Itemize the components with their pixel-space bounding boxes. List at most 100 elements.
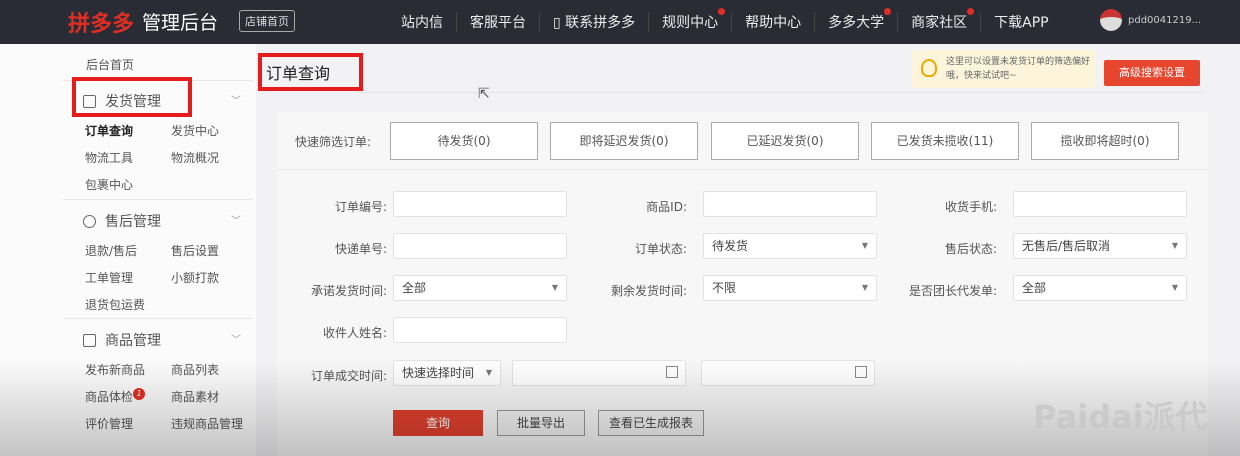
chevron-down-icon: ▼	[861, 241, 868, 250]
sidebar-item[interactable]: 包裹中心	[85, 176, 171, 193]
label: 订单状态:	[634, 242, 687, 256]
sidebar-item[interactable]: 违规商品管理	[171, 415, 257, 432]
select-value: 快速选择时间	[402, 366, 475, 380]
select-value: 不限	[712, 281, 737, 295]
goods-id-input[interactable]	[703, 191, 877, 217]
sidebar-item[interactable]: 评价管理	[85, 415, 171, 432]
promise-time-select[interactable]: 全部 ▼	[393, 275, 567, 301]
chevron-down-icon: ▼	[1171, 241, 1178, 250]
chevron-down-icon: ﹀	[231, 96, 241, 107]
nav-messages[interactable]: 站内信	[388, 12, 457, 32]
phone-input[interactable]	[1013, 191, 1187, 217]
special-order-select[interactable]: 全部 ▼	[1013, 275, 1187, 301]
divider	[63, 199, 253, 200]
nav-university[interactable]: 多多大学	[815, 8, 899, 32]
sidebar: 后台首页 发货管理 ﹀ 订单查询 发货中心 物流工具 物流概况 包裹中心 售后管理…	[0, 44, 256, 456]
group-goods: 商品管理 ﹀ 发布新商品 商品列表 商品体检 1 商品素材 评价管理 违规商品管理	[63, 329, 253, 432]
tip-text: 这里可以设置未发货订单的筛选偏好哦，快来试试吧~	[946, 57, 1091, 81]
username: pdd0041219...	[1128, 14, 1202, 26]
shield-icon	[83, 215, 96, 228]
select-value: 全部	[402, 281, 427, 295]
sidebar-item[interactable]: 工单管理	[85, 269, 171, 286]
nav-university-label: 多多大学	[828, 15, 885, 31]
sidebar-item[interactable]: 小额打款	[171, 269, 257, 286]
search-button[interactable]: 查询	[393, 410, 483, 436]
nav-community[interactable]: 商家社区	[898, 8, 982, 32]
quick-filter-pending[interactable]: 待发货(0)	[390, 122, 538, 160]
goods-icon	[83, 334, 96, 347]
receiver-name-input[interactable]	[393, 317, 567, 343]
quick-time-select[interactable]: 快速选择时间 ▼	[393, 360, 501, 386]
advanced-search-settings-button[interactable]: 高级搜索设置	[1104, 60, 1200, 86]
chevron-down-icon: ﹀	[231, 335, 241, 346]
view-reports-button[interactable]: 查看已生成报表	[598, 410, 704, 436]
select-value: 全部	[1022, 281, 1047, 295]
logo[interactable]: 拼多多	[68, 6, 134, 38]
lightbulb-icon	[921, 59, 937, 77]
after-sales-status-select[interactable]: 无售后/售后取消 ▼	[1013, 233, 1187, 259]
start-date-input[interactable]	[512, 360, 686, 386]
highlight-box	[72, 77, 192, 117]
notification-dot	[884, 8, 892, 15]
label: 商品ID:	[646, 200, 687, 214]
nav-community-label: 商家社区	[911, 15, 968, 31]
remaining-time-select[interactable]: 不限 ▼	[703, 275, 877, 301]
quick-filter-shipped-not-collected[interactable]: 已发货未揽收(11)	[871, 122, 1019, 160]
quick-filter-delayed[interactable]: 已延迟发货(0)	[711, 122, 859, 160]
label: 快递单号:	[334, 242, 387, 256]
sidebar-item[interactable]: 物流工具	[85, 149, 171, 166]
store-home-tag[interactable]: 店铺首页	[239, 10, 295, 32]
sidebar-item[interactable]: 物流概况	[171, 149, 257, 166]
label: 订单编号:	[334, 200, 387, 214]
group-header[interactable]: 商品管理 ﹀	[83, 329, 253, 353]
order-status-select[interactable]: 待发货 ▼	[703, 233, 877, 259]
mouse-cursor-icon: ⇱	[478, 86, 490, 102]
select-value: 无售后/售后取消	[1022, 239, 1111, 253]
sidebar-item[interactable]: 发布新商品	[85, 361, 171, 378]
sidebar-item[interactable]: 商品列表	[171, 361, 257, 378]
divider	[63, 318, 253, 319]
select-value: 待发货	[712, 239, 749, 253]
nav-help[interactable]: 帮助中心	[732, 12, 816, 32]
count-badge: 1	[133, 388, 146, 400]
order-number-input[interactable]	[393, 191, 567, 217]
label: 收货手机:	[944, 200, 997, 214]
group-title: 商品管理	[105, 333, 161, 349]
quick-filter-collect-timeout[interactable]: 揽收即将超时(0)	[1031, 122, 1179, 160]
label: 承诺发货时间:	[310, 284, 387, 298]
nav-rules[interactable]: 规则中心	[649, 8, 733, 32]
group-after-sales: 售后管理 ﹀ 退款/售后 售后设置 工单管理 小额打款 退货包运费	[63, 210, 253, 313]
sidebar-item[interactable]: 售后设置	[171, 242, 257, 259]
quick-filter-label: 快速筛选订单:	[295, 135, 372, 149]
sidebar-item[interactable]: 商品素材	[171, 388, 257, 405]
end-date-input[interactable]	[701, 360, 875, 386]
top-bar: 拼多多 管理后台 店铺首页 站内信 客服平台 ▯ 联系拼多多 规则中心 帮助中心…	[0, 0, 1240, 44]
chevron-down-icon: ﹀	[231, 216, 241, 227]
sidebar-item-home[interactable]: 后台首页	[86, 56, 134, 73]
nav-contact[interactable]: ▯ 联系拼多多	[540, 12, 650, 32]
sidebar-item[interactable]: 退款/售后	[85, 242, 171, 259]
batch-export-button[interactable]: 批量导出	[497, 410, 585, 436]
quick-filter-about-to-delay[interactable]: 即将延迟发货(0)	[550, 122, 698, 160]
top-nav: 站内信 客服平台 ▯ 联系拼多多 规则中心 帮助中心 多多大学 商家社区 下载A…	[388, 0, 1062, 44]
sidebar-item[interactable]: 发货中心	[171, 122, 257, 139]
label: 剩余发货时间:	[610, 284, 687, 298]
nav-download-app[interactable]: 下载APP	[981, 12, 1061, 32]
app-title: 管理后台	[142, 12, 219, 34]
sidebar-item[interactable]: 商品体检 1	[85, 388, 171, 405]
label: 订单成交时间:	[310, 369, 387, 383]
chevron-down-icon: ▼	[1171, 283, 1178, 292]
express-number-input[interactable]	[393, 233, 567, 259]
calendar-icon	[855, 366, 867, 378]
sidebar-item[interactable]: 退货包运费	[85, 296, 171, 313]
label: 收件人姓名:	[322, 326, 387, 340]
sidebar-item-order-query[interactable]: 订单查询	[85, 122, 171, 139]
group-header[interactable]: 售后管理 ﹀	[83, 210, 253, 234]
chevron-down-icon: ▼	[485, 368, 492, 377]
highlight-box	[258, 53, 363, 91]
user-menu[interactable]: pdd0041219... ▼	[1100, 9, 1240, 31]
nav-customer-service[interactable]: 客服平台	[457, 12, 540, 32]
group-title: 售后管理	[105, 214, 161, 230]
avatar	[1100, 9, 1122, 31]
label: 是否团长代发单:	[908, 284, 997, 298]
